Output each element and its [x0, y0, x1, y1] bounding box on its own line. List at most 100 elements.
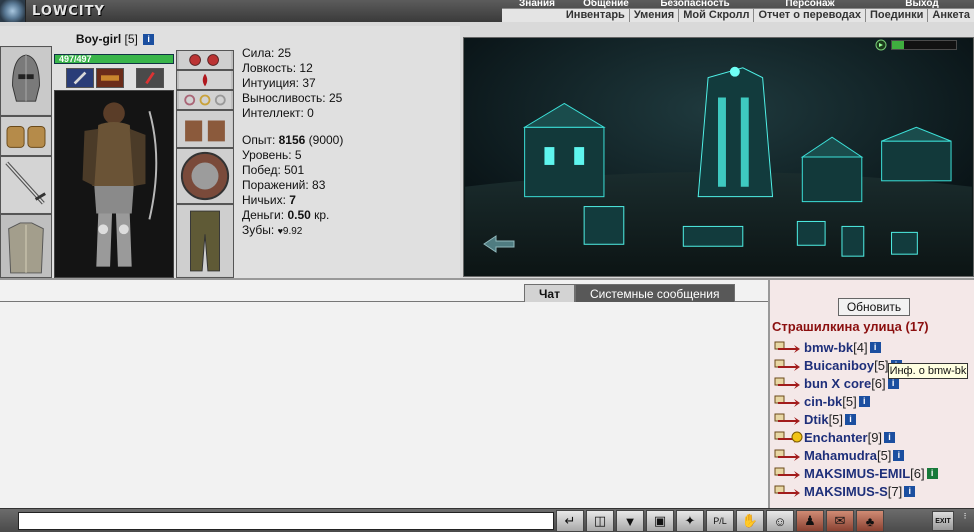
user-row[interactable]: MAKSIMUS-EMIL [6] i	[774, 464, 974, 482]
gloves-icon	[177, 111, 233, 147]
user-name[interactable]: Enchanter	[804, 430, 868, 445]
private-message-icon[interactable]	[774, 448, 804, 462]
user-status-smiley-icon[interactable]	[774, 430, 804, 444]
sub-menu-item[interactable]: Поединки	[865, 9, 927, 22]
user-name[interactable]: bmw-bk	[804, 340, 853, 355]
scroll-icon[interactable]: ⁝	[958, 511, 972, 531]
sub-menu-item[interactable]: Умения	[628, 9, 678, 22]
potion-slot-1[interactable]	[66, 68, 94, 88]
hp-text: 497/497	[59, 54, 92, 64]
save-icon[interactable]: ▣	[646, 510, 674, 532]
rune-slot[interactable]	[176, 50, 234, 70]
top-menu-item[interactable]: Выход	[870, 0, 974, 8]
user-info-icon[interactable]: i	[926, 467, 938, 479]
gloves-slot[interactable]	[176, 110, 234, 148]
top-bar: LOWCITY Знания Общение Безопасность Персона…	[0, 0, 974, 22]
top-menu-item[interactable]: Общение	[572, 0, 640, 8]
sub-menu-item[interactable]: Инвентарь	[562, 9, 629, 22]
potion-slot-3[interactable]	[136, 68, 164, 88]
filter-icon[interactable]: ▼	[616, 510, 644, 532]
exp-value: 8156	[278, 133, 306, 147]
back-arrow-icon[interactable]	[482, 234, 516, 254]
user-name[interactable]: MAKSIMUS-EMIL	[804, 466, 910, 481]
user-info-icon[interactable]: i	[893, 449, 905, 461]
character-panel: Boy-girl [5] i 497/497 Сила: 25 Ловкость…	[0, 26, 460, 278]
hand-icon[interactable]: ✋	[736, 510, 764, 532]
character-level: [5]	[124, 32, 138, 46]
rings-slot[interactable]	[176, 90, 234, 110]
chat-area[interactable]: Чат Системные сообщения	[0, 278, 768, 508]
info-icon[interactable]: i	[143, 34, 155, 46]
sub-menu-item[interactable]: Мой Скролл	[678, 9, 753, 22]
user-name[interactable]: bun X core	[804, 376, 871, 391]
user-info-icon[interactable]: i	[869, 341, 881, 353]
stat-money: Деньги: 0.50 кр.	[242, 208, 454, 223]
logo-emblem-icon	[0, 0, 26, 22]
weapon-slot[interactable]	[0, 156, 52, 214]
private-message-icon[interactable]	[774, 412, 804, 426]
user-name[interactable]: cin-bk	[804, 394, 842, 409]
private-message-icon[interactable]	[774, 376, 804, 390]
user-info-icon[interactable]: i	[845, 413, 857, 425]
user-name[interactable]: Dtik	[804, 412, 829, 427]
user-row[interactable]: Enchanter [9] i	[774, 428, 974, 446]
bottom-bar: ↵ ◫ ▼ ▣ ✦ P/L ✋ ☺ ♟ ✉ ♣ EXIT ⁝	[0, 508, 974, 532]
shield-icon	[177, 149, 233, 203]
boots-slot[interactable]	[176, 204, 234, 278]
user-info-icon[interactable]: i	[887, 377, 899, 389]
user-info-icon[interactable]: i	[884, 431, 896, 443]
user-row[interactable]: MAKSIMUS-S [7] i	[774, 482, 974, 500]
stat-losses: Поражений: 83	[242, 178, 326, 192]
trade-icon[interactable]: ♣	[856, 510, 884, 532]
user-info-icon[interactable]: i	[858, 395, 870, 407]
bracers-slot[interactable]	[0, 116, 52, 156]
user-row[interactable]: cin-bk [5] i	[774, 392, 974, 410]
refresh-location-icon[interactable]	[875, 39, 887, 51]
user-row[interactable]: Dtik [5] i	[774, 410, 974, 428]
top-menu-item[interactable]: Персонаж	[750, 0, 870, 8]
character-name[interactable]: Boy-girl [5] i	[55, 32, 175, 46]
user-row[interactable]: bmw-bk [4] i	[774, 338, 974, 356]
user-name[interactable]: MAKSIMUS-S	[804, 484, 888, 499]
exp-label: Опыт:	[242, 133, 279, 147]
smile-icon[interactable]: ☺	[766, 510, 794, 532]
sub-menu-item[interactable]: Отчет о переводах	[753, 9, 865, 22]
money-value: 0.50	[287, 208, 311, 222]
fight-icon[interactable]: ✦	[676, 510, 704, 532]
eraser-icon[interactable]: ◫	[586, 510, 614, 532]
top-menu-item[interactable]: Безопасность	[640, 0, 750, 8]
room-title: Страшилкина улица (17)	[772, 319, 929, 334]
refresh-button[interactable]: Обновить	[838, 298, 910, 316]
user-info-icon[interactable]: i	[904, 485, 916, 497]
return-icon[interactable]: ↵	[556, 510, 584, 532]
private-message-icon[interactable]	[774, 394, 804, 408]
private-message-icon[interactable]	[774, 358, 804, 372]
users-panel: Обновить Страшилкина улица (17) bmw-bk [4…	[768, 278, 974, 508]
amulet-slot[interactable]	[176, 70, 234, 90]
user-name[interactable]: Mahamudra	[804, 448, 877, 463]
pl-icon[interactable]: P/L	[706, 510, 734, 532]
chat-input[interactable]	[18, 512, 554, 530]
top-menu: Знания Общение Безопасность Персонаж Выход	[502, 0, 974, 8]
top-menu-item[interactable]: Знания	[502, 0, 572, 8]
tab-system-messages[interactable]: Системные сообщения	[574, 284, 735, 302]
armor-slot[interactable]	[0, 214, 52, 278]
stat-wins: Побед: 501	[242, 163, 305, 177]
gift-icon[interactable]: ✉	[826, 510, 854, 532]
sub-menu: Инвентарь Умения Мой Скролл Отчет о перевод…	[502, 8, 974, 22]
stat-teeth: Зубы: ♥9.92	[242, 223, 454, 239]
potion-slot-2[interactable]	[96, 68, 124, 88]
private-message-icon[interactable]	[774, 340, 804, 354]
sub-menu-item[interactable]: Анкета	[927, 9, 974, 22]
helmet-slot[interactable]	[0, 46, 52, 116]
private-message-icon[interactable]	[774, 484, 804, 498]
warrior-figure-icon	[55, 91, 173, 277]
user-level: [5]	[876, 447, 892, 463]
shield-slot[interactable]	[176, 148, 234, 204]
exit-button[interactable]: EXIT	[932, 511, 954, 531]
private-message-icon[interactable]	[774, 466, 804, 480]
person-icon[interactable]: ♟	[796, 510, 824, 532]
user-name[interactable]: Buicaniboy	[804, 358, 874, 373]
tab-chat[interactable]: Чат	[524, 284, 575, 302]
user-row[interactable]: Mahamudra [5] i	[774, 446, 974, 464]
